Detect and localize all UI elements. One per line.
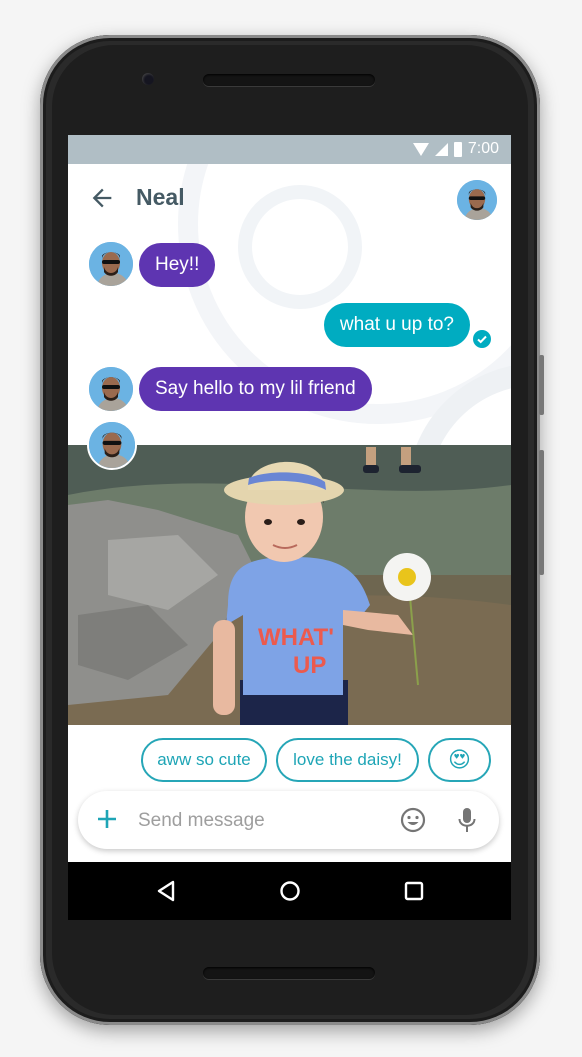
smart-reply-chip[interactable]: love the daisy!: [276, 738, 419, 782]
photo-image: WHAT' UP: [68, 445, 511, 725]
conversation-title: Neal: [136, 184, 185, 210]
wifi-icon: [412, 142, 429, 156]
front-camera: [142, 73, 154, 85]
recents-square-icon[interactable]: [402, 879, 426, 903]
app-bar: Neal: [68, 164, 511, 234]
plus-icon[interactable]: [96, 808, 118, 830]
back-triangle-icon[interactable]: [154, 879, 178, 903]
message-bubble-outgoing[interactable]: what u up to?: [323, 303, 470, 347]
status-time: 7:00: [467, 140, 499, 157]
signal-icon: [434, 142, 448, 156]
person-photo-icon: [89, 242, 133, 286]
send-message-input[interactable]: [136, 805, 380, 837]
smart-reply-emoji-chip[interactable]: 😍: [428, 738, 491, 782]
home-circle-icon[interactable]: [278, 879, 302, 903]
bottom-speaker: [203, 967, 375, 979]
sender-avatar[interactable]: [87, 420, 137, 470]
smart-reply-bar: aww so cute love the daisy! 😍: [68, 738, 511, 782]
battery-icon: [453, 141, 462, 157]
smart-reply-chip[interactable]: aww so cute: [141, 738, 267, 782]
read-check-icon: [473, 330, 491, 348]
status-bar: 7:00: [68, 135, 511, 164]
message-bubble-incoming[interactable]: Hey!!: [139, 243, 216, 287]
arrow-left-icon[interactable]: [88, 184, 116, 212]
sender-avatar[interactable]: [89, 242, 133, 286]
svg-text:WHAT': WHAT': [258, 624, 334, 651]
earpiece-speaker: [203, 74, 375, 86]
emoji-icon[interactable]: [400, 807, 426, 833]
message-composer: [78, 791, 499, 849]
person-photo-icon: [89, 422, 135, 468]
android-navigation-bar: [68, 862, 511, 920]
microphone-icon[interactable]: [457, 806, 477, 834]
volume-button: [539, 450, 544, 575]
contact-avatar[interactable]: [457, 180, 497, 220]
svg-text:UP: UP: [293, 652, 326, 679]
power-button: [539, 355, 544, 415]
person-photo-icon: [457, 180, 497, 220]
message-bubble-incoming[interactable]: Say hello to my lil friend: [139, 367, 372, 411]
photo-message[interactable]: WHAT' UP: [68, 445, 511, 725]
person-photo-icon: [89, 367, 133, 411]
screen: 7:00 Neal Hey!! what u up to? Say hello …: [68, 135, 511, 920]
sender-avatar[interactable]: [89, 367, 133, 411]
